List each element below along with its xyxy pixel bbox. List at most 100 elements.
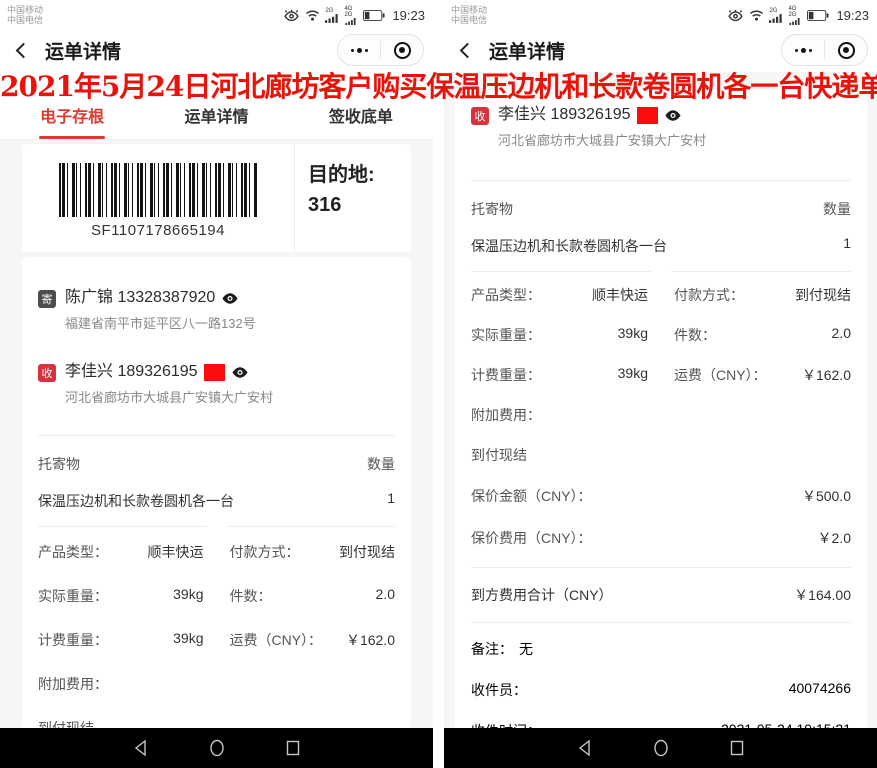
phone-redaction-block (637, 107, 658, 124)
barcode (59, 163, 257, 217)
goods-header: 托寄物 数量 (471, 181, 851, 219)
status-time: 19:23 (836, 8, 869, 23)
detail-label: 到付现结 (471, 445, 527, 465)
android-nav-bar (0, 728, 433, 768)
receiver-badge: 收 (471, 107, 489, 125)
goods-col-item: 托寄物 (38, 454, 80, 474)
back-icon[interactable] (16, 42, 32, 58)
receiver-badge: 收 (38, 364, 56, 382)
receiver-block: 收 李佳兴 189326195 河北省廊坊市大城县广安镇大广安村 (471, 104, 851, 150)
status-bar: 中国移动 中国电信 2G 4G 2G 19:23 (0, 0, 433, 28)
goods-row: 保温压边机和长款卷圆机各一台 1 (471, 235, 851, 257)
destination-code: 316 (308, 190, 411, 220)
detail-label: 计费重量： (471, 365, 541, 385)
detail-label: 产品类型： (471, 285, 541, 305)
more-button[interactable] (338, 35, 380, 65)
show-phone-icon[interactable] (231, 366, 249, 379)
insured-amount-label: 保价金额（CNY）： (471, 486, 592, 506)
battery-icon (363, 10, 385, 21)
waybill-number: SF1107178665194 (91, 222, 225, 239)
detail-value: 2.0 (376, 586, 395, 606)
status-bar: 中国移动 中国电信 2G 4G 2G 19:23 (444, 0, 877, 28)
detail-value: 39kg (618, 325, 648, 345)
insured-amount-row: 保价金额（CNY）： ￥500.0 (471, 475, 851, 517)
divider (471, 271, 851, 272)
total-due-label: 到方费用合计（CNY） (471, 585, 613, 605)
close-button[interactable] (381, 35, 423, 65)
status-time: 19:23 (392, 8, 425, 23)
android-home-button[interactable] (652, 739, 670, 757)
detail-label: 产品类型： (38, 542, 108, 562)
goods-qty: 1 (843, 235, 851, 251)
detail-label: 付款方式： (674, 285, 744, 305)
android-back-button[interactable] (576, 739, 594, 757)
tab-waybill-detail[interactable]: 运单详情 (144, 103, 288, 139)
carrier-2: 中国电信 (7, 15, 43, 25)
more-icon (795, 48, 812, 53)
receiver-block: 收 李佳兴 189326195 河北省廊坊市大城县广安镇大广安村 (38, 361, 395, 407)
signal-sim2-icon: 4G 2G (788, 6, 802, 25)
details-grid: 产品类型：顺丰快运 付款方式：到付现结 实际重量：39kg 件数：2.0 计费重… (471, 275, 851, 475)
courier-label: 收件员： (471, 680, 527, 700)
signal-sim2-icon: 4G 2G (344, 6, 358, 25)
android-recents-button[interactable] (284, 739, 302, 757)
exit-target-icon (838, 42, 855, 59)
goods-col-qty: 数量 (823, 199, 851, 219)
remark-row: 备注： 无 (471, 623, 851, 659)
remark-label: 备注： (471, 639, 513, 659)
android-back-button[interactable] (132, 739, 150, 757)
destination-label: 目的地: (308, 160, 411, 190)
insurance-fee-label: 保价费用（CNY）： (471, 528, 592, 548)
waybill-detail-card: 收 李佳兴 189326195 河北省廊坊市大城县广安镇大广安村 托寄物 数量 … (455, 90, 867, 755)
left-phone: 中国移动 中国电信 2G 4G 2G 19:23 (0, 0, 433, 768)
insured-amount-value: ￥500.0 (802, 486, 851, 506)
screenshot-gap (433, 0, 444, 768)
tab-signed-receipt[interactable]: 签收底单 (289, 103, 433, 139)
more-icon (351, 48, 368, 53)
app-bar: 运单详情 (444, 28, 877, 72)
android-recents-button[interactable] (728, 739, 746, 757)
goods-col-qty: 数量 (367, 454, 395, 474)
tab-electronic-stub[interactable]: 电子存根 (0, 103, 144, 139)
show-phone-icon[interactable] (664, 109, 682, 122)
page-title: 运单详情 (45, 37, 121, 64)
total-due-row: 到方费用合计（CNY） ￥164.00 (471, 568, 851, 622)
detail-value: 顺丰快运 (592, 285, 648, 305)
goods-col-item: 托寄物 (471, 199, 513, 219)
goods-header: 托寄物 数量 (38, 436, 395, 474)
remark-value: 无 (519, 639, 533, 659)
goods-qty: 1 (387, 490, 395, 506)
courier-value: 40074266 (789, 680, 851, 700)
right-phone: 中国移动 中国电信 2G 4G 2G 19:23 (444, 0, 877, 768)
eye-protection-icon (283, 9, 300, 22)
detail-label: 运费（CNY）： (674, 365, 767, 385)
wifi-icon (305, 9, 320, 21)
detail-label: 件数： (674, 325, 716, 345)
detail-label: 附加费用： (471, 405, 541, 425)
phone-redaction-block (204, 364, 225, 381)
destination-block: 目的地: 316 (294, 144, 411, 252)
details-grid: 产品类型：顺丰快运 付款方式：到付现结 实际重量：39kg 件数：2.0 计费重… (38, 530, 395, 728)
detail-label: 件数： (230, 586, 272, 606)
show-phone-icon[interactable] (221, 292, 239, 305)
android-nav-bar (444, 728, 877, 768)
goods-name: 保温压边机和长款卷圆机各一台 (471, 235, 681, 257)
sender-block: 寄 陈广锦 13328387920 福建省南平市延平区八一路132号 (38, 287, 395, 333)
close-button[interactable] (825, 35, 867, 65)
sender-address: 福建省南平市延平区八一路132号 (65, 315, 256, 333)
total-due-value: ￥164.00 (794, 585, 851, 605)
detail-value: ￥162.0 (802, 365, 851, 385)
detail-label: 运费（CNY）： (230, 630, 323, 650)
detail-value: 到付现结 (795, 285, 851, 305)
goods-name: 保温压边机和长款卷圆机各一台 (38, 490, 248, 512)
miniprogram-capsule (781, 34, 868, 66)
android-home-button[interactable] (208, 739, 226, 757)
barcode-card: SF1107178665194 目的地: 316 (22, 144, 411, 252)
back-icon[interactable] (460, 42, 476, 58)
detail-label: 到付现结 (38, 718, 94, 728)
detail-label: 付款方式： (230, 542, 300, 562)
more-button[interactable] (782, 35, 824, 65)
insurance-fee-value: ￥2.0 (818, 528, 851, 548)
wifi-icon (749, 9, 764, 21)
signal-sim1-icon: 2G (325, 8, 339, 23)
